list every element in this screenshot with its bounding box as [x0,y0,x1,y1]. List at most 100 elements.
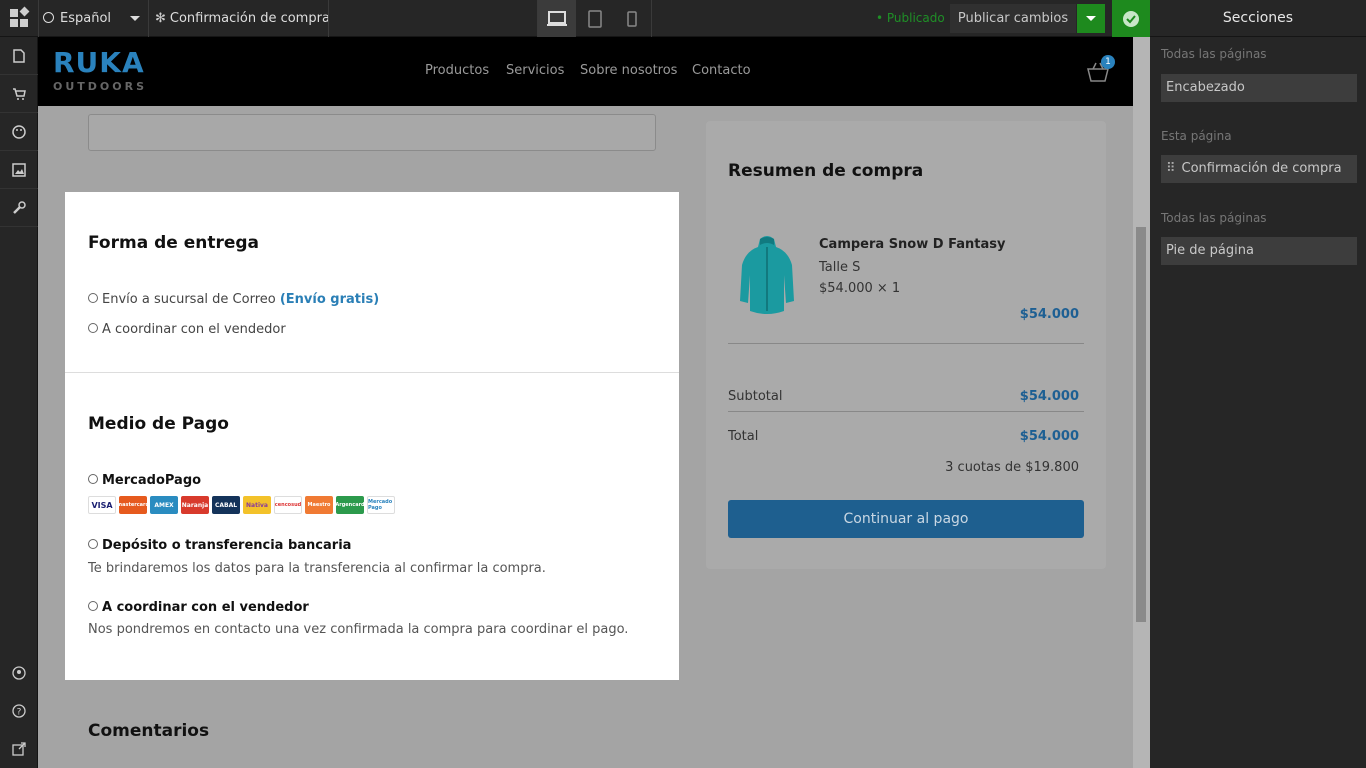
radio-icon[interactable] [88,474,98,484]
mercadopago-label: MercadoPago [102,473,202,488]
this-page-label: Esta página [1161,129,1232,143]
page-icon [13,48,25,63]
all-pages-label: Todas las páginas [1161,47,1267,61]
comments-section: Comentarios [65,680,679,768]
cencosud-icon: cencosud [274,496,302,514]
cart-icon [13,87,26,100]
status-check-button[interactable] [1112,0,1150,37]
store-button[interactable] [0,75,38,113]
payment-option-mercadopago[interactable]: MercadoPago [88,473,201,488]
payment-option-transfer[interactable]: Depósito o transferencia bancaria [88,538,351,553]
amex-icon: AMEX [150,496,178,514]
wrench-icon [13,200,26,214]
transfer-description: Te brindaremos los datos para la transfe… [88,561,546,576]
help-button[interactable]: ? [0,692,38,730]
subtotal-value: $54.000 [1019,389,1079,404]
naranja-icon: Naranja [181,496,209,514]
delivery-title: Forma de entrega [88,233,260,253]
sections-panel: Secciones Todas las páginas Encabezado E… [1150,0,1366,768]
divider [728,343,1084,344]
editor-topbar: Español ✻ Confirmación de compra • Public… [0,0,1150,37]
payment-cards: VISA mastercard AMEX Naranja CABAL Nativ… [88,496,395,514]
continue-to-payment-button[interactable]: Continuar al pago [728,500,1084,538]
delivery-option-post[interactable]: Envío a sucursal de Correo (Envío gratis… [88,292,379,307]
gear-icon: ✻ [155,11,166,26]
site-header: RUKA OUTDOORS Productos Servicios Sobre … [38,37,1133,106]
total-row: Total $54.000 [728,429,1079,444]
external-link-button[interactable] [0,730,38,768]
dashboard-icon[interactable] [0,0,38,37]
delivery-section: Forma de entrega Envío a sucursal de Cor… [65,192,679,372]
tablet-icon [588,9,602,28]
maestro-icon: Maestro [305,496,333,514]
site-preview: Forma de entrega Envío a sucursal de Cor… [38,37,1150,768]
external-link-icon [12,742,26,756]
palette-icon [12,124,26,139]
editor-sidebar: ? [0,37,38,768]
transfer-label: Depósito o transferencia bancaria [102,538,352,553]
page-name-label: Confirmación de compra [169,11,330,26]
subtotal-label: Subtotal [728,389,783,404]
published-status: • Publicado [876,11,945,25]
media-button[interactable] [0,151,38,189]
brand-logo-subtitle: OUTDOORS [53,80,148,93]
tablet-view-button[interactable] [576,0,614,37]
radio-icon[interactable] [88,323,98,333]
summary-title: Resumen de compra [728,161,924,181]
total-value: $54.000 [1019,429,1079,444]
scrollbar-thumb[interactable] [1136,227,1146,622]
section-header-item[interactable]: Encabezado [1161,74,1357,102]
help-icon: ? [12,704,26,718]
globe-icon [43,12,54,23]
form-input[interactable] [88,114,656,151]
panel-title: Secciones [1150,0,1366,37]
mobile-view-button[interactable] [613,0,651,37]
radio-icon[interactable] [88,601,98,611]
account-button[interactable] [0,654,38,692]
nav-contacto[interactable]: Contacto [692,63,751,78]
section-footer-item[interactable]: Pie de página [1161,237,1357,265]
divider [728,411,1084,412]
user-icon [12,666,26,680]
visa-icon: VISA [88,496,116,514]
radio-icon[interactable] [88,293,98,303]
order-summary: Resumen de compra Campera Snow D Fantasy… [706,121,1106,569]
design-button[interactable] [0,113,38,151]
mobile-icon [627,10,637,27]
total-label: Total [728,429,759,444]
svg-text:?: ? [17,708,22,718]
nav-productos[interactable]: Productos [425,63,489,78]
section-page-item[interactable]: ⠿ Confirmación de compra [1161,155,1357,183]
mercadopago-icon: Mercado Pago [367,496,395,514]
nav-sobre-nosotros[interactable]: Sobre nosotros [580,63,677,78]
free-shipping-tag: (Envío gratis) [279,292,380,307]
cabal-icon: CABAL [212,496,240,514]
image-icon [12,162,26,177]
nav-servicios[interactable]: Servicios [506,63,564,78]
mastercard-icon: mastercard [117,496,149,514]
preview-scrollbar[interactable] [1133,37,1150,768]
brand-logo[interactable]: RUKA [53,49,145,77]
payment-option-coordinate[interactable]: A coordinar con el vendedor [88,600,309,615]
cart-count-badge: 1 [1101,55,1115,69]
language-selector[interactable]: Español [43,0,111,37]
coordinate-description: Nos pondremos en contacto una vez confir… [88,622,629,637]
all-pages-label: Todas las páginas [1161,211,1267,225]
publish-options-button[interactable] [1077,4,1105,33]
page-selector[interactable]: ✻ Confirmación de compra [155,0,330,37]
product-image [740,236,794,314]
chevron-down-icon[interactable] [130,16,140,21]
settings-button[interactable] [0,189,38,227]
pages-button[interactable] [0,37,38,75]
payment-section: Medio de Pago MercadoPago VISA mastercar… [65,373,679,680]
drag-handle-icon[interactable]: ⠿ [1166,161,1176,176]
radio-icon[interactable] [88,539,98,549]
comments-title: Comentarios [88,721,210,741]
payment-title: Medio de Pago [88,414,229,434]
publish-changes-button[interactable]: Publicar cambios [950,4,1076,33]
delivery-option-coordinate[interactable]: A coordinar con el vendedor [88,322,286,337]
desktop-view-button[interactable] [538,0,576,37]
product-price: $54.000 [1019,307,1079,322]
subtotal-row: Subtotal $54.000 [728,389,1079,404]
argencard-icon: Argencard [335,496,365,514]
